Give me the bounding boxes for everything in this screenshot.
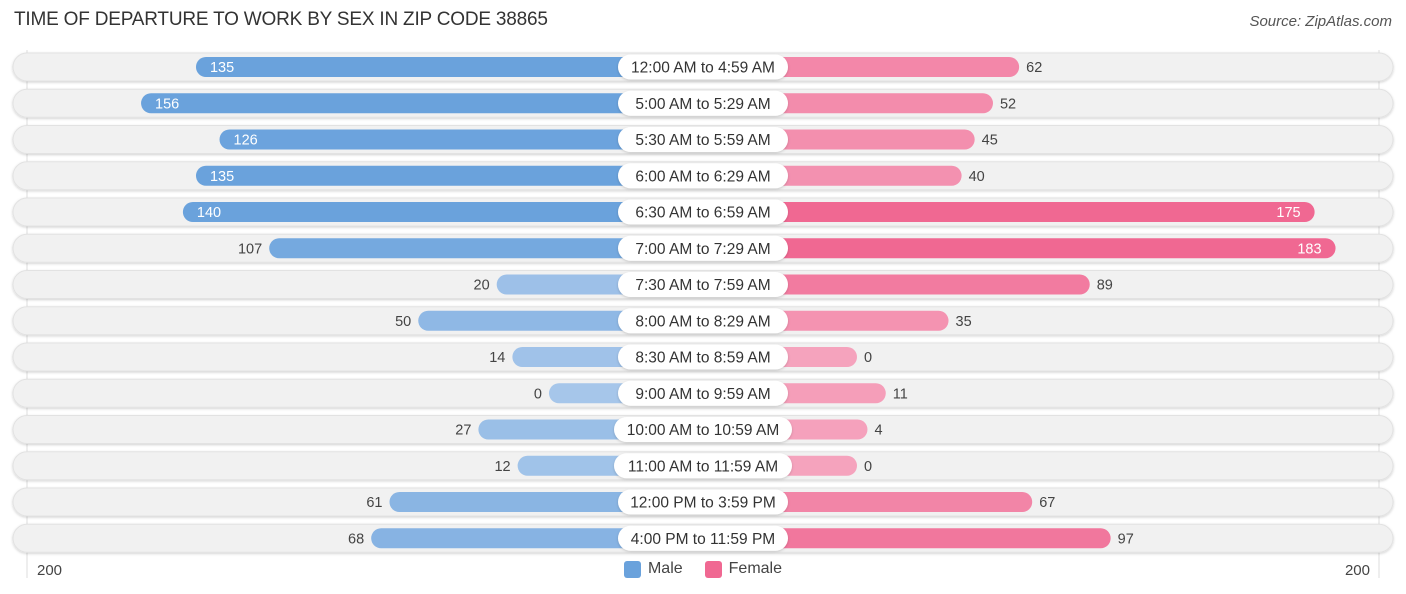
legend: Male Female: [0, 560, 1406, 578]
category-label: 7:00 AM to 7:29 AM: [635, 241, 770, 258]
category-label: 7:30 AM to 7:59 AM: [635, 277, 770, 294]
bar-row: 156 52 5:00 AM to 5:29 AM: [12, 88, 1394, 118]
female-value-label: 45: [982, 133, 998, 149]
category-label: 5:30 AM to 5:59 AM: [635, 132, 770, 149]
male-value-label: 14: [489, 350, 505, 366]
female-bar[interactable]: [703, 202, 1315, 222]
legend-item-male[interactable]: Male: [623, 560, 683, 578]
female-value-label: 0: [864, 350, 872, 366]
bar-row: 61 67 12:00 PM to 3:59 PM: [12, 487, 1394, 517]
female-value-label: 52: [1000, 96, 1016, 112]
female-value-label: 175: [1276, 205, 1300, 221]
female-value-label: 183: [1297, 241, 1321, 257]
bar-row: 27 4 10:00 AM to 10:59 AM: [12, 415, 1394, 444]
female-value-label: 11: [893, 386, 908, 402]
bar-row: 12 0 11:00 AM to 11:59 AM: [12, 451, 1394, 481]
female-value-label: 89: [1097, 278, 1113, 294]
male-value-label: 50: [395, 314, 411, 330]
category-label: 6:30 AM to 6:59 AM: [635, 205, 770, 222]
female-value-label: 0: [864, 459, 872, 475]
female-value-label: 35: [956, 314, 972, 330]
category-label: 8:00 AM to 8:29 AM: [635, 313, 770, 330]
legend-label-female: Female: [728, 560, 783, 577]
bar-row: 68 97 4:00 PM to 11:59 PM: [12, 523, 1394, 553]
male-value-label: 156: [155, 96, 179, 112]
male-value-label: 135: [210, 60, 234, 76]
male-value-label: 27: [455, 423, 471, 439]
bar-row: 50 35 8:00 AM to 8:29 AM: [12, 306, 1394, 336]
male-value-label: 68: [348, 531, 364, 547]
male-value-label: 140: [197, 205, 221, 221]
female-value-label: 40: [969, 169, 985, 185]
legend-label-male: Male: [647, 560, 683, 577]
male-value-label: 0: [534, 386, 542, 402]
bar-row: 135 40 6:00 AM to 6:29 AM: [12, 161, 1394, 191]
female-value-label: 62: [1026, 60, 1042, 76]
female-value-label: 97: [1118, 531, 1134, 547]
category-label: 11:00 AM to 11:59 AM: [628, 458, 778, 475]
category-label: 5:00 AM to 5:29 AM: [635, 96, 770, 113]
bar-row: 20 89 7:30 AM to 7:59 AM: [12, 270, 1394, 299]
category-label: 9:00 AM to 9:59 AM: [635, 386, 770, 403]
category-label: 8:30 AM to 8:59 AM: [635, 350, 770, 367]
category-label: 4:00 PM to 11:59 PM: [631, 531, 775, 548]
female-value-label: 4: [874, 423, 882, 439]
category-label: 6:00 AM to 6:29 AM: [635, 168, 770, 185]
female-value-label: 67: [1039, 495, 1055, 511]
bar-row: 107 183 7:00 AM to 7:29 AM: [12, 233, 1394, 263]
male-value-label: 61: [366, 495, 382, 511]
category-label: 12:00 PM to 3:59 PM: [630, 495, 776, 512]
chart-canvas: 135 62 12:00 AM to 4:59 AM 156 52 5:00 AM to …: [12, 50, 1394, 578]
category-label: 12:00 AM to 4:59 AM: [631, 60, 775, 77]
bar-row: 126 45 5:30 AM to 5:59 AM: [12, 125, 1394, 154]
bar-row: 0 11 9:00 AM to 9:59 AM: [12, 378, 1394, 408]
legend-swatch-male: [623, 560, 641, 578]
male-value-label: 126: [234, 133, 258, 149]
bar-row: 14 0 8:30 AM to 8:59 AM: [12, 342, 1394, 372]
male-value-label: 107: [238, 241, 262, 257]
legend-item-female[interactable]: Female: [704, 560, 783, 578]
legend-swatch-female: [704, 560, 722, 578]
male-value-label: 20: [474, 278, 490, 294]
female-bar[interactable]: [703, 238, 1336, 259]
male-value-label: 135: [210, 169, 234, 185]
male-value-label: 12: [494, 459, 510, 475]
category-label: 10:00 AM to 10:59 AM: [627, 422, 780, 439]
bar-row: 135 62 12:00 AM to 4:59 AM: [12, 52, 1394, 82]
bar-row: 140 175 6:30 AM to 6:59 AM: [12, 197, 1394, 227]
